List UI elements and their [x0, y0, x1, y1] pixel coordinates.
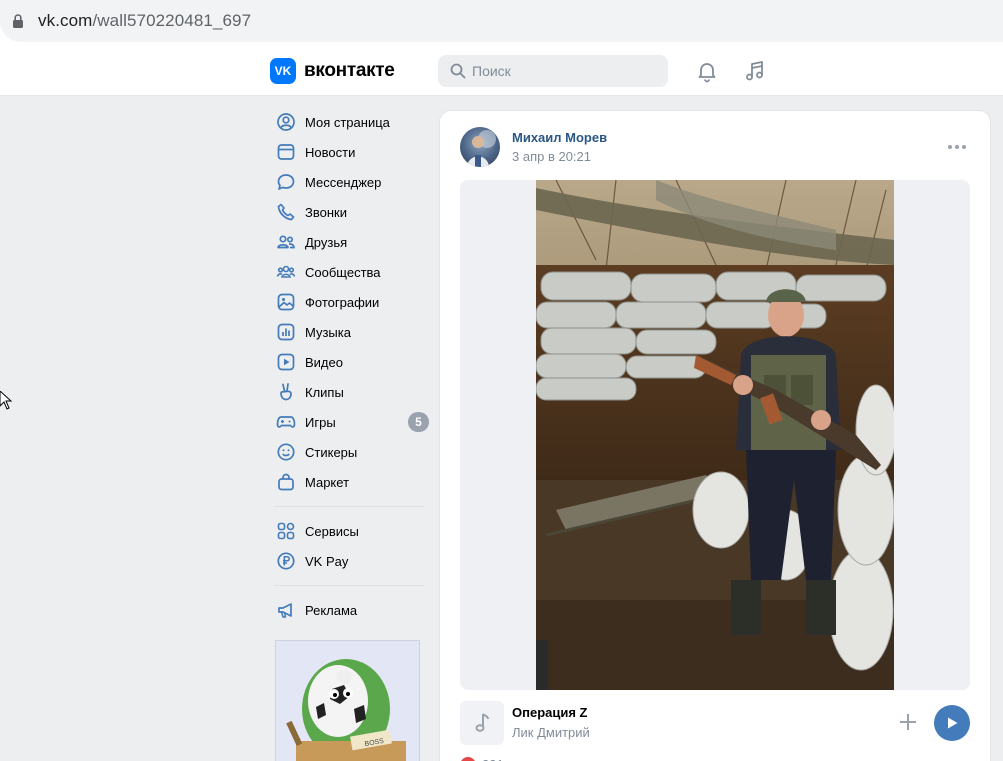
sidebar-item-label: Видео — [305, 354, 343, 370]
ruble-icon — [276, 551, 296, 571]
audio-attachment[interactable]: Операция Z Лик Дмитрий — [460, 701, 972, 745]
track-title[interactable]: Операция Z — [512, 705, 588, 720]
sidebar-item-communities[interactable]: Сообщества — [274, 257, 429, 287]
sidebar-item-label: VK Pay — [305, 553, 349, 569]
friends-icon — [276, 232, 296, 252]
sidebar-item-my-page[interactable]: Моя страница — [274, 107, 429, 137]
sidebar-item-label: Маркет — [305, 474, 350, 490]
lock-icon — [13, 14, 23, 28]
sidebar-item-label: Игры — [305, 414, 336, 430]
sidebar-item-label: Новости — [305, 144, 356, 160]
music-icon — [276, 322, 296, 342]
sidebar-item-label: Сообщества — [305, 264, 381, 280]
sidebar-divider — [274, 585, 425, 586]
author-avatar[interactable] — [460, 127, 500, 167]
sidebar-item-messenger[interactable]: Мессенджер — [274, 167, 429, 197]
news-icon — [276, 142, 296, 162]
games-badge: 5 — [408, 412, 429, 432]
search-box[interactable] — [438, 55, 668, 87]
sidebar-divider — [274, 506, 425, 507]
bell-icon[interactable] — [695, 59, 719, 83]
bag-icon — [276, 472, 296, 492]
sidebar-item-friends[interactable]: Друзья — [274, 227, 429, 257]
post-date[interactable]: 3 апр в 20:21 — [512, 149, 591, 164]
video-icon — [276, 352, 296, 372]
music-note-icon[interactable] — [743, 59, 767, 83]
sidebar-item-ads[interactable]: Реклама — [274, 595, 429, 625]
sidebar-item-label: Друзья — [305, 234, 348, 250]
phone-icon — [276, 202, 296, 222]
gamepad-icon — [276, 412, 296, 432]
photo-icon — [276, 292, 296, 312]
sidebar-item-vkpay[interactable]: VK Pay — [274, 546, 429, 576]
smile-icon — [276, 442, 296, 462]
sidebar-item-calls[interactable]: Звонки — [274, 197, 429, 227]
url-host: vk.com — [38, 11, 93, 30]
sidebar-item-video[interactable]: Видео — [274, 347, 429, 377]
post-photo-container[interactable] — [460, 180, 970, 690]
sidebar-item-label: Реклама — [305, 602, 358, 618]
play-button[interactable] — [934, 705, 970, 741]
communities-icon — [276, 262, 296, 282]
more-options-icon[interactable] — [948, 145, 966, 149]
track-artist[interactable]: Лик Дмитрий — [512, 725, 590, 740]
clips-icon — [276, 382, 296, 402]
heart-reaction-icon[interactable] — [460, 757, 476, 761]
post-photo — [536, 180, 894, 690]
search-icon — [450, 63, 466, 79]
reaction-count: 231 — [482, 757, 504, 761]
mascot-image: BOSS — [276, 641, 419, 761]
sidebar-item-games[interactable]: Игры 5 — [274, 407, 429, 437]
left-sidebar: Моя страница Новости Мессенджер Звонки Д… — [274, 107, 429, 625]
sidebar-item-label: Музыка — [305, 324, 351, 340]
wall-post: Михаил Морев 3 апр в 20:21 Операция Z Ли… — [439, 110, 991, 761]
browser-toolbar: vk.com/wall570220481_697 — [0, 0, 1003, 44]
sidebar-item-label: Звонки — [305, 204, 347, 220]
promo-card[interactable]: BOSS — [275, 640, 420, 761]
sidebar-item-label: Сервисы — [305, 523, 359, 539]
sidebar-item-label: Моя страница — [305, 114, 390, 130]
sidebar-item-market[interactable]: Маркет — [274, 467, 429, 497]
message-icon — [276, 172, 296, 192]
sidebar-item-stickers[interactable]: Стикеры — [274, 437, 429, 467]
user-circle-icon — [276, 112, 296, 132]
mouse-cursor-icon — [0, 391, 12, 410]
vk-logo-icon: VK — [270, 58, 296, 84]
sidebar-item-label: Фотографии — [305, 294, 380, 310]
url-path: /wall570220481_697 — [92, 11, 252, 30]
add-track-icon[interactable] — [897, 711, 919, 733]
post-author[interactable]: Михаил Морев — [512, 130, 607, 145]
search-input[interactable] — [472, 55, 662, 87]
sidebar-item-music[interactable]: Музыка — [274, 317, 429, 347]
url-text: vk.com/wall570220481_697 — [38, 11, 251, 31]
megaphone-icon — [276, 600, 296, 620]
avatar-image — [467, 130, 496, 167]
sidebar-item-services[interactable]: Сервисы — [274, 516, 429, 546]
sidebar-item-label: Клипы — [305, 384, 344, 400]
sidebar-item-clips[interactable]: Клипы — [274, 377, 429, 407]
sidebar-item-news[interactable]: Новости — [274, 137, 429, 167]
vk-header: VK вконтакте — [0, 44, 1003, 96]
services-icon — [276, 521, 296, 541]
vk-logo[interactable]: VK вконтакте — [270, 58, 395, 84]
vk-logo-text: вконтакте — [304, 60, 395, 81]
play-icon — [948, 717, 958, 729]
sidebar-item-label: Мессенджер — [305, 174, 382, 190]
audio-cover — [460, 701, 504, 745]
sidebar-item-photos[interactable]: Фотографии — [274, 287, 429, 317]
sidebar-item-label: Стикеры — [305, 444, 358, 460]
address-bar[interactable]: vk.com/wall570220481_697 — [0, 0, 1003, 42]
music-note-icon — [475, 713, 489, 732]
